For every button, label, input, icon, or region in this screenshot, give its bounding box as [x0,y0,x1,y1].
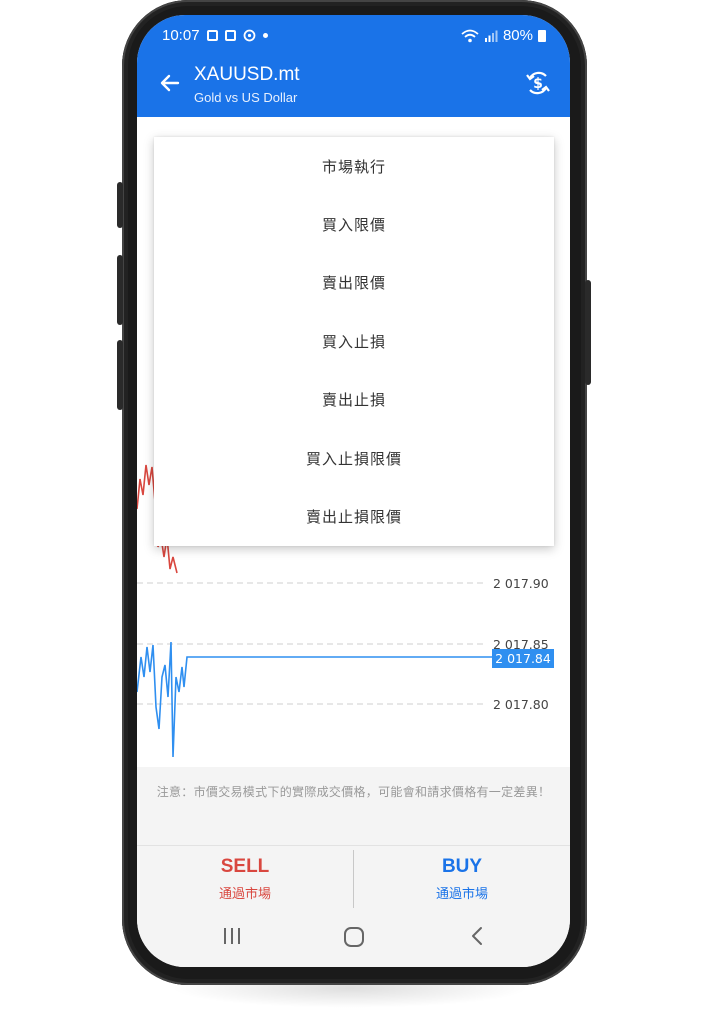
system-nav-bar [137,910,570,967]
buy-button[interactable]: BUY 通過市場 [354,846,570,911]
svg-text:$: $ [533,76,543,92]
app-bar: XAUUSD.mt Gold vs US Dollar $ [137,61,570,117]
buy-label: BUY [441,856,483,877]
market-execution-notice: 注意：市價交易模式下的實際成交價格，可能會和請求價格有一定差異！ [137,767,570,845]
power-button [585,280,591,385]
menu-item-buy-stop-limit[interactable]: 買入止損限價 [154,429,554,487]
menu-item-market-execution[interactable]: 市場執行 [154,137,554,195]
bid-price-line [137,641,492,758]
sell-label: SELL [220,856,270,877]
volume-down-button [117,255,123,325]
trade-bar: SELL 通過市場 BUY 通過市場 [137,845,570,911]
menu-item-sell-limit[interactable]: 賣出限價 [154,254,554,312]
image-icon [206,30,218,41]
volume-up-button [117,182,123,228]
back-icon[interactable] [467,926,487,946]
battery-percent: 80% [502,27,533,44]
price-level-label: 2 017.80 [493,697,549,712]
order-type-dropdown: 市場執行 買入限價 賣出限價 買入止損 賣出止損 買入止損限價 賣出止損限價 [154,137,554,546]
symbol-title: XAUUSD.mt [194,64,300,85]
menu-item-sell-stop[interactable]: 賣出止損 [154,371,554,429]
recents-icon[interactable] [222,926,242,946]
phone-screen: 10:07 80% XAUUSD.mt Gold vs US Dollar $ … [137,15,570,967]
sell-sub-label: 通過市場 [218,887,271,902]
status-time: 10:07 [162,27,200,44]
menu-item-buy-limit[interactable]: 買入限價 [154,195,554,253]
signal-icon [484,30,498,42]
symbol-subtitle: Gold vs US Dollar [194,90,298,105]
wifi-icon [461,29,479,42]
media-icon [224,30,236,41]
sync-icon [243,29,255,42]
current-price-tag: 2 017.84 [492,649,554,668]
currency-exchange-icon[interactable]: $ [524,69,552,97]
sell-button[interactable]: SELL 通過市場 [137,846,353,911]
status-bar: 10:07 80% [137,15,570,61]
bixby-button [117,340,123,410]
price-level-label: 2 017.90 [493,576,549,591]
dot-icon [262,33,268,38]
menu-item-buy-stop[interactable]: 買入止損 [154,312,554,370]
buy-sub-label: 通過市場 [435,887,488,902]
back-arrow-icon[interactable] [158,71,182,95]
home-icon[interactable] [343,926,365,948]
menu-item-sell-stop-limit[interactable]: 賣出止損限價 [154,487,554,545]
battery-icon [538,29,546,42]
